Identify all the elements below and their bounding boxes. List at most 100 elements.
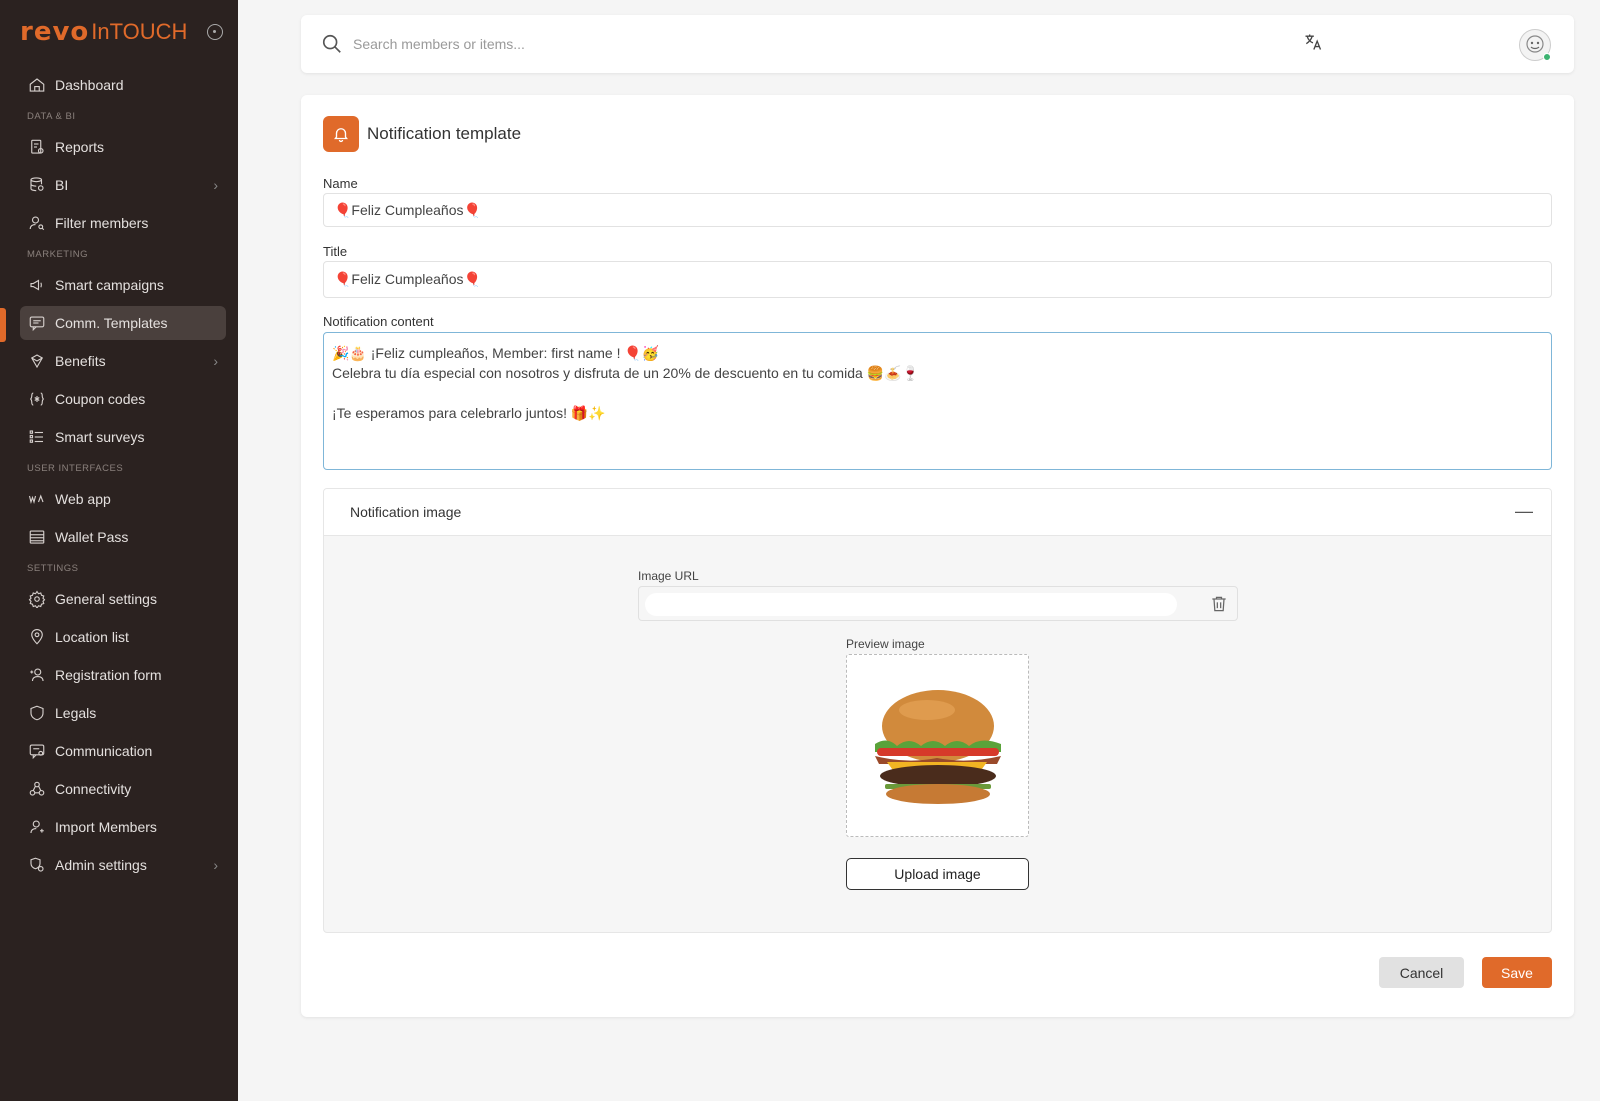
chevron-right-icon: › xyxy=(213,177,218,193)
pin-icon xyxy=(28,628,46,646)
notification-image-title: Notification image xyxy=(350,504,462,520)
sidebar-item-benefits[interactable]: Benefits › xyxy=(20,344,226,378)
notification-image-section: Notification image — Image URL Preview i… xyxy=(323,488,1552,933)
notification-image-header[interactable]: Notification image — xyxy=(324,489,1551,536)
image-url-input[interactable] xyxy=(645,593,1177,616)
top-bar xyxy=(301,15,1574,73)
sidebar-item-label: Web app xyxy=(55,491,111,507)
user-plus-icon xyxy=(28,666,46,684)
sidebar-item-general-settings[interactable]: General settings xyxy=(20,582,226,616)
bell-icon xyxy=(323,116,359,152)
sidebar-item-comm-templates[interactable]: Comm. Templates xyxy=(20,306,226,340)
sidebar-item-connectivity[interactable]: Connectivity xyxy=(20,772,226,806)
sidebar-section-label: SETTINGS xyxy=(27,563,79,574)
sidebar-item-label: Wallet Pass xyxy=(55,529,129,545)
name-label: Name xyxy=(323,176,358,191)
preview-image-label: Preview image xyxy=(846,637,925,651)
connectivity-icon xyxy=(28,780,46,798)
notification-template-card: Notification template Name 🎈Feliz Cumple… xyxy=(301,95,1574,1017)
sidebar-item-smart-campaigns[interactable]: Smart campaigns xyxy=(20,268,226,302)
sidebar-item-label: General settings xyxy=(55,591,157,607)
upload-image-button[interactable]: Upload image xyxy=(846,858,1029,890)
message-icon xyxy=(28,314,46,332)
clock-icon[interactable] xyxy=(207,24,223,40)
cancel-button[interactable]: Cancel xyxy=(1379,957,1464,988)
search-input[interactable] xyxy=(353,29,953,59)
chevron-right-icon: › xyxy=(213,353,218,369)
title-field[interactable]: 🎈Feliz Cumpleaños🎈 xyxy=(323,261,1552,298)
sidebar-item-label: Communication xyxy=(55,743,153,759)
sidebar-item-label: Registration form xyxy=(55,667,162,683)
list-icon xyxy=(28,428,46,446)
sidebar-item-label: Connectivity xyxy=(55,781,132,797)
sidebar-item-label: Filter members xyxy=(55,215,149,231)
logo[interactable]: revo InTOUCH xyxy=(20,17,188,47)
chevron-right-icon: › xyxy=(213,857,218,873)
sidebar-nav: Dashboard DATA & BI Reports BI › Filter membe… xyxy=(0,66,238,886)
database-icon xyxy=(28,176,46,194)
sidebar-item-bi[interactable]: BI › xyxy=(20,168,226,202)
burger-image xyxy=(874,689,1001,804)
avatar[interactable] xyxy=(1519,29,1551,61)
image-url-field xyxy=(638,586,1238,621)
sidebar-item-legals[interactable]: Legals xyxy=(20,696,226,730)
sidebar-item-dashboard[interactable]: Dashboard xyxy=(20,68,226,102)
save-button[interactable]: Save xyxy=(1482,957,1552,988)
trash-icon[interactable] xyxy=(1209,594,1229,614)
sidebar-item-label: Benefits xyxy=(55,353,106,369)
logo-intouch-text: InTOUCH xyxy=(91,19,188,44)
sidebar-item-label: Location list xyxy=(55,629,129,645)
active-indicator xyxy=(0,308,6,342)
sidebar-item-label: Reports xyxy=(55,139,105,155)
sidebar-section-label: MARKETING xyxy=(27,249,88,260)
content-label: Notification content xyxy=(323,314,434,329)
gear-icon xyxy=(28,590,46,608)
sidebar-item-coupon-codes[interactable]: Coupon codes xyxy=(20,382,226,416)
sidebar-section-label: DATA & BI xyxy=(27,111,76,122)
sidebar-item-label: Comm. Templates xyxy=(55,315,168,331)
online-status-dot xyxy=(1543,53,1551,61)
sidebar-item-label: Legals xyxy=(55,705,97,721)
megaphone-icon xyxy=(28,276,46,294)
sidebar: revo InTOUCH Dashboard DATA & BI Reports BI ›… xyxy=(0,0,238,1101)
sidebar-item-registration-form[interactable]: Registration form xyxy=(20,658,226,692)
logo-revo-text: revo xyxy=(20,17,90,47)
collapse-icon[interactable]: — xyxy=(1515,501,1533,522)
preview-image-box xyxy=(846,654,1029,837)
admin-icon xyxy=(28,856,46,874)
sidebar-item-smart-surveys[interactable]: Smart surveys xyxy=(20,420,226,454)
title-label: Title xyxy=(323,244,348,259)
notification-content-textarea[interactable]: 🎉🎂 ¡Feliz cumpleaños, Member: first name… xyxy=(323,332,1552,470)
user-search-icon xyxy=(28,214,46,232)
sidebar-item-wallet-pass[interactable]: Wallet Pass xyxy=(20,520,226,554)
sidebar-item-web-app[interactable]: Web app xyxy=(20,482,226,516)
pwa-icon xyxy=(28,490,46,508)
sidebar-item-reports[interactable]: Reports xyxy=(20,130,226,164)
reports-icon xyxy=(28,138,46,156)
sidebar-item-label: Coupon codes xyxy=(55,391,146,407)
sidebar-item-label: Dashboard xyxy=(55,77,124,93)
sidebar-item-filter-members[interactable]: Filter members xyxy=(20,206,226,240)
search-icon xyxy=(322,34,341,53)
sidebar-item-label: Import Members xyxy=(55,819,157,835)
sidebar-item-location-list[interactable]: Location list xyxy=(20,620,226,654)
home-icon xyxy=(28,76,46,94)
page-title: Notification template xyxy=(367,124,522,143)
shield-icon xyxy=(28,704,46,722)
sidebar-item-label: Smart campaigns xyxy=(55,277,164,293)
name-field[interactable]: 🎈Feliz Cumpleaños🎈 xyxy=(323,193,1552,227)
gift-icon xyxy=(28,352,46,370)
image-url-label: Image URL xyxy=(638,569,699,583)
sidebar-item-label: BI xyxy=(55,177,69,193)
sidebar-item-label: Admin settings xyxy=(55,857,147,873)
sidebar-item-import-members[interactable]: Import Members xyxy=(20,810,226,844)
user-import-icon xyxy=(28,818,46,836)
wallet-icon xyxy=(28,528,46,546)
sidebar-item-communication[interactable]: Communication xyxy=(20,734,226,768)
coupon-icon xyxy=(28,390,46,408)
chat-icon xyxy=(28,742,46,760)
sidebar-section-label: USER INTERFACES xyxy=(27,463,124,474)
sidebar-item-label: Smart surveys xyxy=(55,429,145,445)
translate-icon[interactable] xyxy=(1303,32,1323,56)
sidebar-item-admin-settings[interactable]: Admin settings › xyxy=(20,848,226,882)
